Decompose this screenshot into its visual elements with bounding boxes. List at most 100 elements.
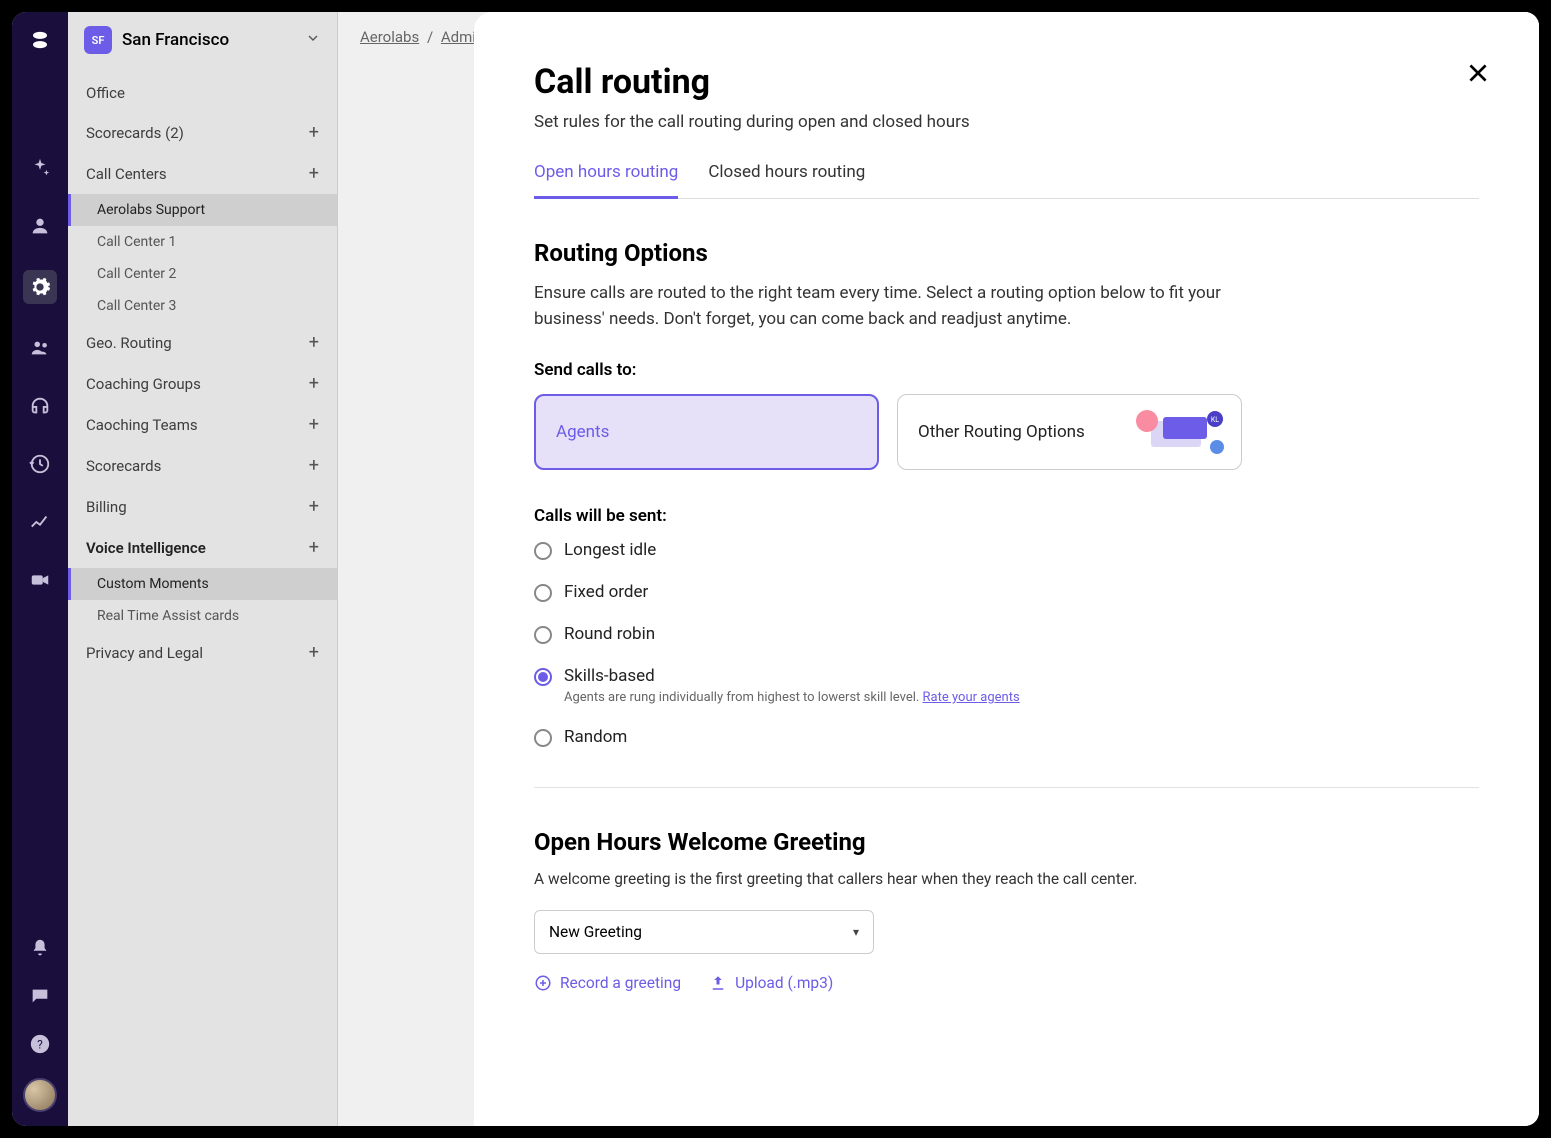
team-icon[interactable]	[26, 334, 54, 362]
gear-icon[interactable]	[23, 270, 57, 304]
plus-icon[interactable]: +	[309, 496, 319, 517]
greeting-select[interactable]: New Greeting ▾	[534, 910, 874, 954]
greeting-heading: Open Hours Welcome Greeting	[534, 828, 1479, 856]
sidebar-item-office[interactable]: Office	[68, 74, 337, 112]
radio-label: Fixed order	[564, 582, 648, 602]
plus-icon[interactable]: +	[309, 537, 319, 558]
sidebar-item-label: Voice Intelligence	[86, 539, 206, 557]
route-card-label: Other Routing Options	[918, 422, 1085, 442]
panel-subtitle: Set rules for the call routing during op…	[534, 112, 1479, 132]
plus-icon[interactable]: +	[309, 642, 319, 663]
record-greeting-link[interactable]: Record a greeting	[534, 974, 681, 992]
sidebar-item-privacy[interactable]: Privacy and Legal +	[68, 632, 337, 673]
analytics-icon[interactable]	[26, 508, 54, 536]
sidebar-item-geo-routing[interactable]: Geo. Routing +	[68, 322, 337, 363]
sidebar-item-scorecards[interactable]: Scorecards +	[68, 445, 337, 486]
route-card-agents[interactable]: Agents	[534, 394, 879, 470]
sidebar-item-label: Privacy and Legal	[86, 644, 203, 662]
radio-icon	[534, 626, 552, 644]
history-icon[interactable]	[26, 450, 54, 478]
sidebar-item-call-centers[interactable]: Call Centers +	[68, 153, 337, 194]
workspace-switcher[interactable]: SF San Francisco	[68, 12, 337, 68]
video-icon[interactable]	[26, 566, 54, 594]
divider	[534, 787, 1479, 788]
plus-icon[interactable]: +	[309, 332, 319, 353]
routing-tabs: Open hours routing Closed hours routing	[534, 162, 1479, 199]
breadcrumb-child[interactable]: Admi	[441, 28, 476, 46]
upload-mp3-link[interactable]: Upload (.mp3)	[709, 974, 833, 992]
plus-icon[interactable]: +	[309, 455, 319, 476]
select-caret-icon: ▾	[853, 925, 859, 939]
sidebar-item-label: Coaching Groups	[86, 375, 201, 393]
routing-options-heading: Routing Options	[534, 239, 1479, 267]
calls-sent-label: Calls will be sent:	[534, 506, 1479, 526]
radio-fixed-order[interactable]: Fixed order	[534, 582, 1479, 602]
sidebar-subitem-call-center-3[interactable]: Call Center 3	[68, 290, 337, 322]
help-icon[interactable]: ?	[26, 1030, 54, 1058]
sidebar-item-label: Scorecards (2)	[86, 124, 184, 142]
sidebar-item-label: Geo. Routing	[86, 334, 172, 352]
sidebar-item-label: Scorecards	[86, 457, 161, 475]
route-card-other[interactable]: Other Routing Options KL	[897, 394, 1242, 470]
sidebar-subitem-custom-moments[interactable]: Custom Moments	[68, 568, 337, 600]
sidebar-item-coaching-groups[interactable]: Coaching Groups +	[68, 363, 337, 404]
headset-icon[interactable]	[26, 392, 54, 420]
svg-text:?: ?	[37, 1038, 43, 1052]
person-icon[interactable]	[26, 212, 54, 240]
sidebar-item-label: Call Centers	[86, 165, 167, 183]
select-value: New Greeting	[549, 923, 642, 941]
sidebar-subitem-aerolabs-support[interactable]: Aerolabs Support	[68, 194, 337, 226]
call-routing-panel: Call routing Set rules for the call rout…	[474, 12, 1539, 1126]
radio-label: Skills-based	[564, 666, 1020, 686]
close-button[interactable]	[1463, 58, 1493, 88]
greeting-desc: A welcome greeting is the first greeting…	[534, 870, 1479, 888]
radio-icon	[534, 542, 552, 560]
radio-help-text: Agents are rung individually from highes…	[564, 690, 1020, 705]
sidebar-subitem-call-center-2[interactable]: Call Center 2	[68, 258, 337, 290]
link-label: Record a greeting	[560, 974, 681, 992]
sidebar-item-label: Office	[86, 84, 125, 102]
radio-icon	[534, 668, 552, 686]
breadcrumb-sep: /	[427, 28, 433, 46]
radio-skills-based[interactable]: Skills-based Agents are rung individuall…	[534, 666, 1479, 705]
radio-label: Longest idle	[564, 540, 656, 560]
sidebar-subitem-rta-cards[interactable]: Real Time Assist cards	[68, 600, 337, 632]
sidebar-item-billing[interactable]: Billing +	[68, 486, 337, 527]
radio-label: Round robin	[564, 624, 655, 644]
radio-longest-idle[interactable]: Longest idle	[534, 540, 1479, 560]
plus-icon[interactable]: +	[309, 373, 319, 394]
sidebar-subitem-call-center-1[interactable]: Call Center 1	[68, 226, 337, 258]
radio-round-robin[interactable]: Round robin	[534, 624, 1479, 644]
sparkle-icon[interactable]	[26, 154, 54, 182]
svg-text:KL: KL	[1211, 416, 1219, 424]
radio-icon	[534, 729, 552, 747]
user-avatar[interactable]	[23, 1078, 57, 1112]
sidebar-item-voice-intelligence[interactable]: Voice Intelligence +	[68, 527, 337, 568]
breadcrumb-root[interactable]: Aerolabs	[360, 28, 419, 46]
workspace-badge: SF	[84, 26, 112, 54]
sidebar-item-coaching-teams[interactable]: Caoching Teams +	[68, 404, 337, 445]
workspace-name: San Francisco	[122, 30, 295, 50]
rate-agents-link[interactable]: Rate your agents	[923, 690, 1020, 705]
routing-illustration-icon: KL	[1133, 407, 1227, 457]
app-logo[interactable]	[26, 26, 54, 54]
route-card-label: Agents	[556, 422, 609, 442]
tab-closed-hours[interactable]: Closed hours routing	[708, 162, 865, 198]
sidebar-item-label: Caoching Teams	[86, 416, 198, 434]
sidebar-item-label: Billing	[86, 498, 127, 516]
radio-label: Random	[564, 727, 627, 747]
plus-icon[interactable]: +	[309, 122, 319, 143]
plus-icon[interactable]: +	[309, 414, 319, 435]
sidebar-item-scorecards2[interactable]: Scorecards (2) +	[68, 112, 337, 153]
plus-icon[interactable]: +	[309, 163, 319, 184]
bell-icon[interactable]	[26, 934, 54, 962]
radio-random[interactable]: Random	[534, 727, 1479, 747]
tab-open-hours[interactable]: Open hours routing	[534, 162, 678, 199]
chevron-down-icon	[305, 30, 321, 50]
chat-icon[interactable]	[26, 982, 54, 1010]
link-label: Upload (.mp3)	[735, 974, 833, 992]
panel-title: Call routing	[534, 62, 1479, 102]
routing-options-desc: Ensure calls are routed to the right tea…	[534, 281, 1234, 332]
send-calls-label: Send calls to:	[534, 360, 1479, 380]
radio-icon	[534, 584, 552, 602]
